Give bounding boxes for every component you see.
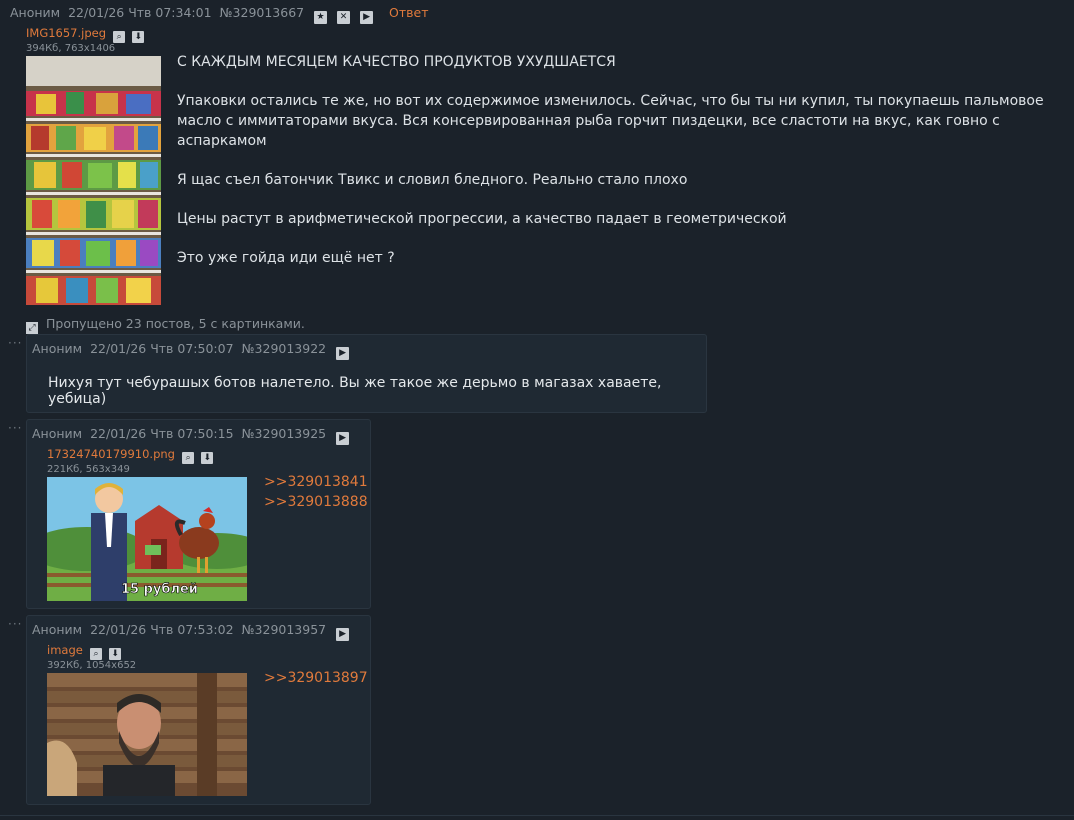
post-author: Аноним <box>32 341 83 356</box>
reply-post: Аноним 22/01/26 Чтв 07:50:07 №329013922 … <box>26 334 707 413</box>
post-image-thumbnail[interactable] <box>47 673 247 796</box>
star-icon[interactable]: ★ <box>314 11 328 24</box>
search-icon[interactable]: ⌕ <box>113 31 126 43</box>
play-icon[interactable]: ▶ <box>336 432 350 445</box>
post-date: 22/01/26 Чтв 07:53:02 <box>90 622 234 637</box>
op-author: Аноним <box>10 5 61 20</box>
post-number[interactable]: №329013925 <box>242 426 327 441</box>
post-message: Нихуя тут чебурашых ботов налетело. Вы ж… <box>48 375 662 407</box>
expand-icon[interactable]: ⤢ <box>26 322 38 334</box>
more-dots-icon[interactable]: ··· <box>8 617 22 631</box>
search-icon[interactable]: ⌕ <box>89 648 102 660</box>
post-author: Аноним <box>32 426 83 441</box>
close-icon[interactable]: ✕ <box>337 11 351 24</box>
image-caption: 15 рублей <box>121 582 198 597</box>
divider <box>0 815 1074 816</box>
op-file-meta: 394Кб, 763x1406 <box>26 43 116 54</box>
post-header: Аноним 22/01/26 Чтв 07:50:07 №329013922 … <box>32 341 353 360</box>
post-image-thumbnail[interactable]: 15 рублей <box>47 477 247 601</box>
op-paragraph: Упаковки остались те же, но вот их содер… <box>177 93 1044 149</box>
op-number[interactable]: №329013667 <box>220 5 305 20</box>
post-date: 22/01/26 Чтв 07:50:15 <box>90 426 234 441</box>
post-file-name[interactable]: image <box>47 643 83 657</box>
post-file-meta: 221Кб, 563x349 <box>47 464 130 475</box>
post-reply-links: >>329013897 <box>264 668 368 688</box>
reply-link[interactable]: >>329013888 <box>264 492 368 512</box>
post-header: Аноним 22/01/26 Чтв 07:50:15 №329013925 … <box>32 426 353 445</box>
post-number[interactable]: №329013957 <box>242 622 327 637</box>
op-title: С КАЖДЫМ МЕСЯЦЕМ КАЧЕСТВО ПРОДУКТОВ УХУД… <box>177 54 616 70</box>
more-dots-icon[interactable]: ··· <box>8 336 22 350</box>
post-date: 22/01/26 Чтв 07:50:07 <box>90 341 234 356</box>
play-icon[interactable]: ▶ <box>336 347 350 360</box>
play-icon[interactable]: ▶ <box>336 628 350 641</box>
op-paragraph: Цены растут в арифметической прогрессии,… <box>177 211 787 227</box>
post-file-info: 17324740179910.png ⌕ ⬇ 221Кб, 563x349 <box>47 447 214 475</box>
post-file-info: image ⌕ ⬇ 392Кб, 1054x652 <box>47 643 136 671</box>
post-author: Аноним <box>32 622 83 637</box>
reply-link[interactable]: >>329013841 <box>264 472 368 492</box>
op-date: 22/01/26 Чтв 07:34:01 <box>68 5 212 20</box>
download-icon[interactable]: ⬇ <box>109 648 122 660</box>
download-icon[interactable]: ⬇ <box>201 452 214 464</box>
more-dots-icon[interactable]: ··· <box>8 421 22 435</box>
reply-button[interactable]: Ответ <box>389 5 428 20</box>
reply-post: Аноним 22/01/26 Чтв 07:50:15 №329013925 … <box>26 419 371 609</box>
op-image-thumbnail[interactable] <box>26 56 161 305</box>
download-icon[interactable]: ⬇ <box>132 31 145 43</box>
op-header: Аноним 22/01/26 Чтв 07:34:01 №329013667 … <box>10 5 433 24</box>
skipped-posts-notice[interactable]: ⤢ Пропущено 23 постов, 5 с картинками. <box>26 316 305 334</box>
play-icon[interactable]: ▶ <box>360 11 374 24</box>
search-icon[interactable]: ⌕ <box>182 452 195 464</box>
post-header: Аноним 22/01/26 Чтв 07:53:02 №329013957 … <box>32 622 353 641</box>
op-paragraph: Это уже гойда иди ещё нет ? <box>177 250 395 266</box>
post-file-name[interactable]: 17324740179910.png <box>47 447 175 461</box>
post-reply-links: >>329013841 >>329013888 <box>264 472 368 512</box>
op-paragraph: Я щас съел батончик Твикс и словил бледн… <box>177 172 688 188</box>
reply-post: Аноним 22/01/26 Чтв 07:53:02 №329013957 … <box>26 615 371 805</box>
op-message: С КАЖДЫМ МЕСЯЦЕМ КАЧЕСТВО ПРОДУКТОВ УХУД… <box>177 52 1067 287</box>
post-file-meta: 392Кб, 1054x652 <box>47 660 137 671</box>
op-file-info: IMG1657.jpeg ⌕ ⬇ 394Кб, 763x1406 <box>26 26 145 54</box>
post-number[interactable]: №329013922 <box>242 341 327 356</box>
reply-link[interactable]: >>329013897 <box>264 668 368 688</box>
op-file-name[interactable]: IMG1657.jpeg <box>26 26 106 40</box>
skipped-text: Пропущено 23 постов, 5 с картинками. <box>46 316 305 331</box>
